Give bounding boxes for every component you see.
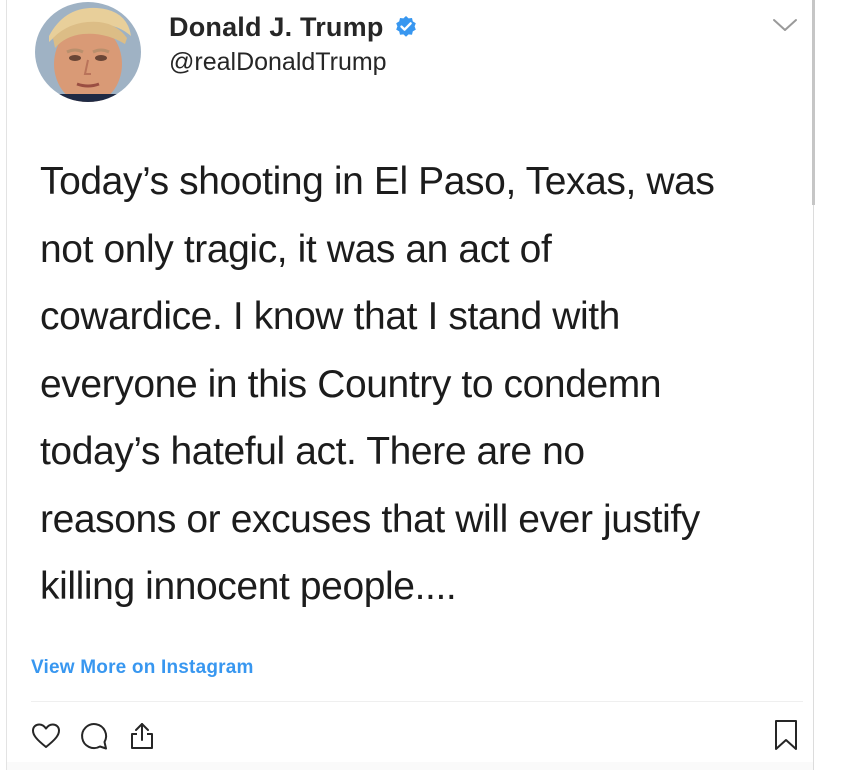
bookmark-icon xyxy=(773,719,799,756)
chevron-down-icon[interactable] xyxy=(772,16,798,34)
save-button[interactable] xyxy=(769,718,803,756)
heart-icon xyxy=(31,722,61,755)
caption-line: everyone in this Country to condemn xyxy=(40,362,662,406)
comment-icon xyxy=(79,721,109,756)
caption-line: not only tragic, it was an act of xyxy=(40,227,552,271)
caption-line: today’s hateful act. There are no xyxy=(40,430,585,473)
divider xyxy=(31,701,803,702)
action-bar xyxy=(29,718,159,758)
post-caption: Today’s shooting in El Paso, Texas, was … xyxy=(40,148,800,621)
caption-line: cowardice. I know that I stand with xyxy=(40,295,620,338)
comment-button[interactable] xyxy=(77,720,111,756)
share-icon xyxy=(128,721,156,756)
verified-badge-icon xyxy=(394,15,418,39)
share-button[interactable] xyxy=(125,720,159,756)
author-handle[interactable]: @realDonaldTrump xyxy=(169,48,387,77)
like-button[interactable] xyxy=(29,720,63,756)
author-row: Donald J. Trump xyxy=(169,8,418,46)
caption-line: reasons or excuses that will ever justif… xyxy=(40,497,700,541)
caption-line: killing innocent people.... xyxy=(40,565,457,608)
scrollbar[interactable] xyxy=(812,0,815,205)
instagram-embed-card: Donald J. Trump @realDonaldTrump Today’s… xyxy=(6,0,815,770)
caption-line: Today’s shooting in El Paso, Texas, was xyxy=(40,160,715,203)
card-footer-edge xyxy=(7,762,813,770)
avatar[interactable] xyxy=(35,2,141,102)
author-name[interactable]: Donald J. Trump xyxy=(169,12,384,43)
view-more-link[interactable]: View More on Instagram xyxy=(31,657,254,679)
